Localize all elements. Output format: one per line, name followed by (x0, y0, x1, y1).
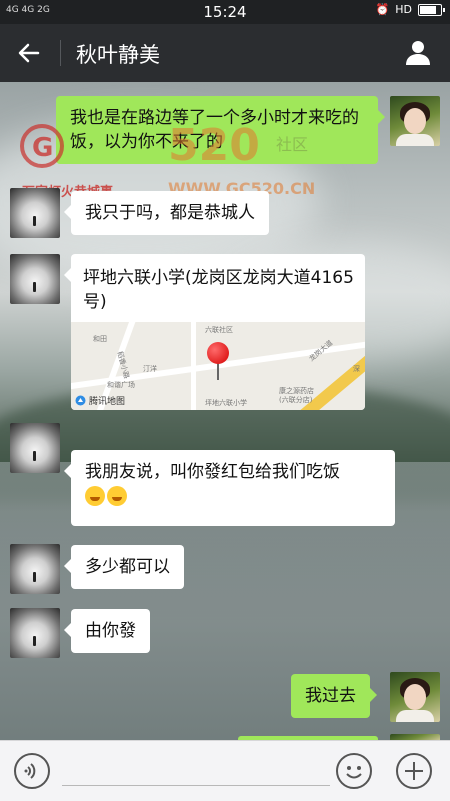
location-name: 坪地六联小学(龙岗区龙岗大道4165号) (83, 268, 354, 312)
map-label: 六联社区 (205, 326, 233, 334)
crying-laugh-emoji-icon (107, 486, 127, 506)
chat-header: 秋叶静美 (0, 24, 450, 82)
emoji-icon[interactable] (336, 753, 372, 789)
profile-icon[interactable] (404, 38, 432, 66)
map-provider-label: 腾讯地图 (89, 397, 126, 407)
voice-icon[interactable] (14, 753, 50, 789)
friend-avatar[interactable] (10, 188, 60, 238)
alarm-icon: ⏰ (375, 3, 390, 16)
pin-stick (217, 362, 219, 380)
input-toolbar (0, 740, 450, 801)
message-out[interactable]: 我也是在路边等了一个多小时才来吃的饭，以为你不来了的 (56, 96, 385, 164)
message-text: 我也是在路边等了一个多小时才来吃的饭，以为你不来了的 (70, 108, 359, 152)
map-provider: 腾讯地图 (75, 394, 125, 407)
message-in[interactable]: 多少都可以 (64, 545, 184, 589)
location-pin-icon[interactable] (207, 342, 229, 364)
message-text: 由你發 (85, 621, 136, 641)
friend-avatar[interactable] (10, 254, 60, 304)
friend-avatar[interactable] (10, 608, 60, 658)
message-in[interactable]: 我朋友说，叫你發红包给我们吃饭 (64, 450, 395, 526)
message-text: 多少都可以 (85, 557, 170, 577)
crying-laugh-emoji-icon (85, 486, 105, 506)
friend-avatar[interactable] (10, 544, 60, 594)
map-label: (六联分店) (279, 396, 313, 404)
map-label: 汀洋 (143, 365, 157, 373)
message-out[interactable]: 我过去 (291, 674, 377, 718)
chat-title: 秋叶静美 (76, 43, 160, 67)
map-preview[interactable]: 六联社区 坪地六联小学 龙岗大道 汀洋 和田 稻香小路 和谐广场 康之源药店 (… (71, 322, 365, 410)
my-avatar[interactable] (390, 96, 440, 146)
chat-background (0, 82, 450, 740)
tencent-map-icon (75, 395, 86, 406)
message-in[interactable]: 由你發 (64, 609, 150, 653)
status-icons: ⏰ HD (375, 3, 445, 16)
my-avatar[interactable] (390, 672, 440, 722)
friend-avatar[interactable] (10, 423, 60, 473)
plus-icon[interactable] (396, 753, 432, 789)
message-input[interactable] (62, 785, 330, 786)
message-in[interactable]: 我只于吗，都是恭城人 (64, 191, 269, 235)
map-label: 和田 (93, 335, 107, 343)
message-text: 我只于吗，都是恭城人 (85, 203, 255, 223)
battery-icon (418, 3, 445, 16)
status-bar: 4G 4G 2G 15:24 ⏰ HD (0, 0, 450, 24)
map-label: 深 (353, 365, 360, 373)
message-text: 我朋友说，叫你發红包给我们吃饭 (85, 462, 340, 482)
map-label: 稻香小路 (115, 350, 131, 380)
header-divider (60, 40, 61, 66)
map-label: 坪地六联小学 (205, 399, 247, 407)
map-label: 和谐广场 (107, 381, 135, 389)
message-text: 我过去 (305, 686, 356, 706)
location-message[interactable]: 坪地六联小学(龙岗区龙岗大道4165号) 六联社区 坪地六联小学 龙岗大道 汀洋… (64, 254, 365, 410)
hd-call-icon: HD (395, 3, 412, 16)
back-arrow-icon[interactable] (14, 38, 44, 68)
